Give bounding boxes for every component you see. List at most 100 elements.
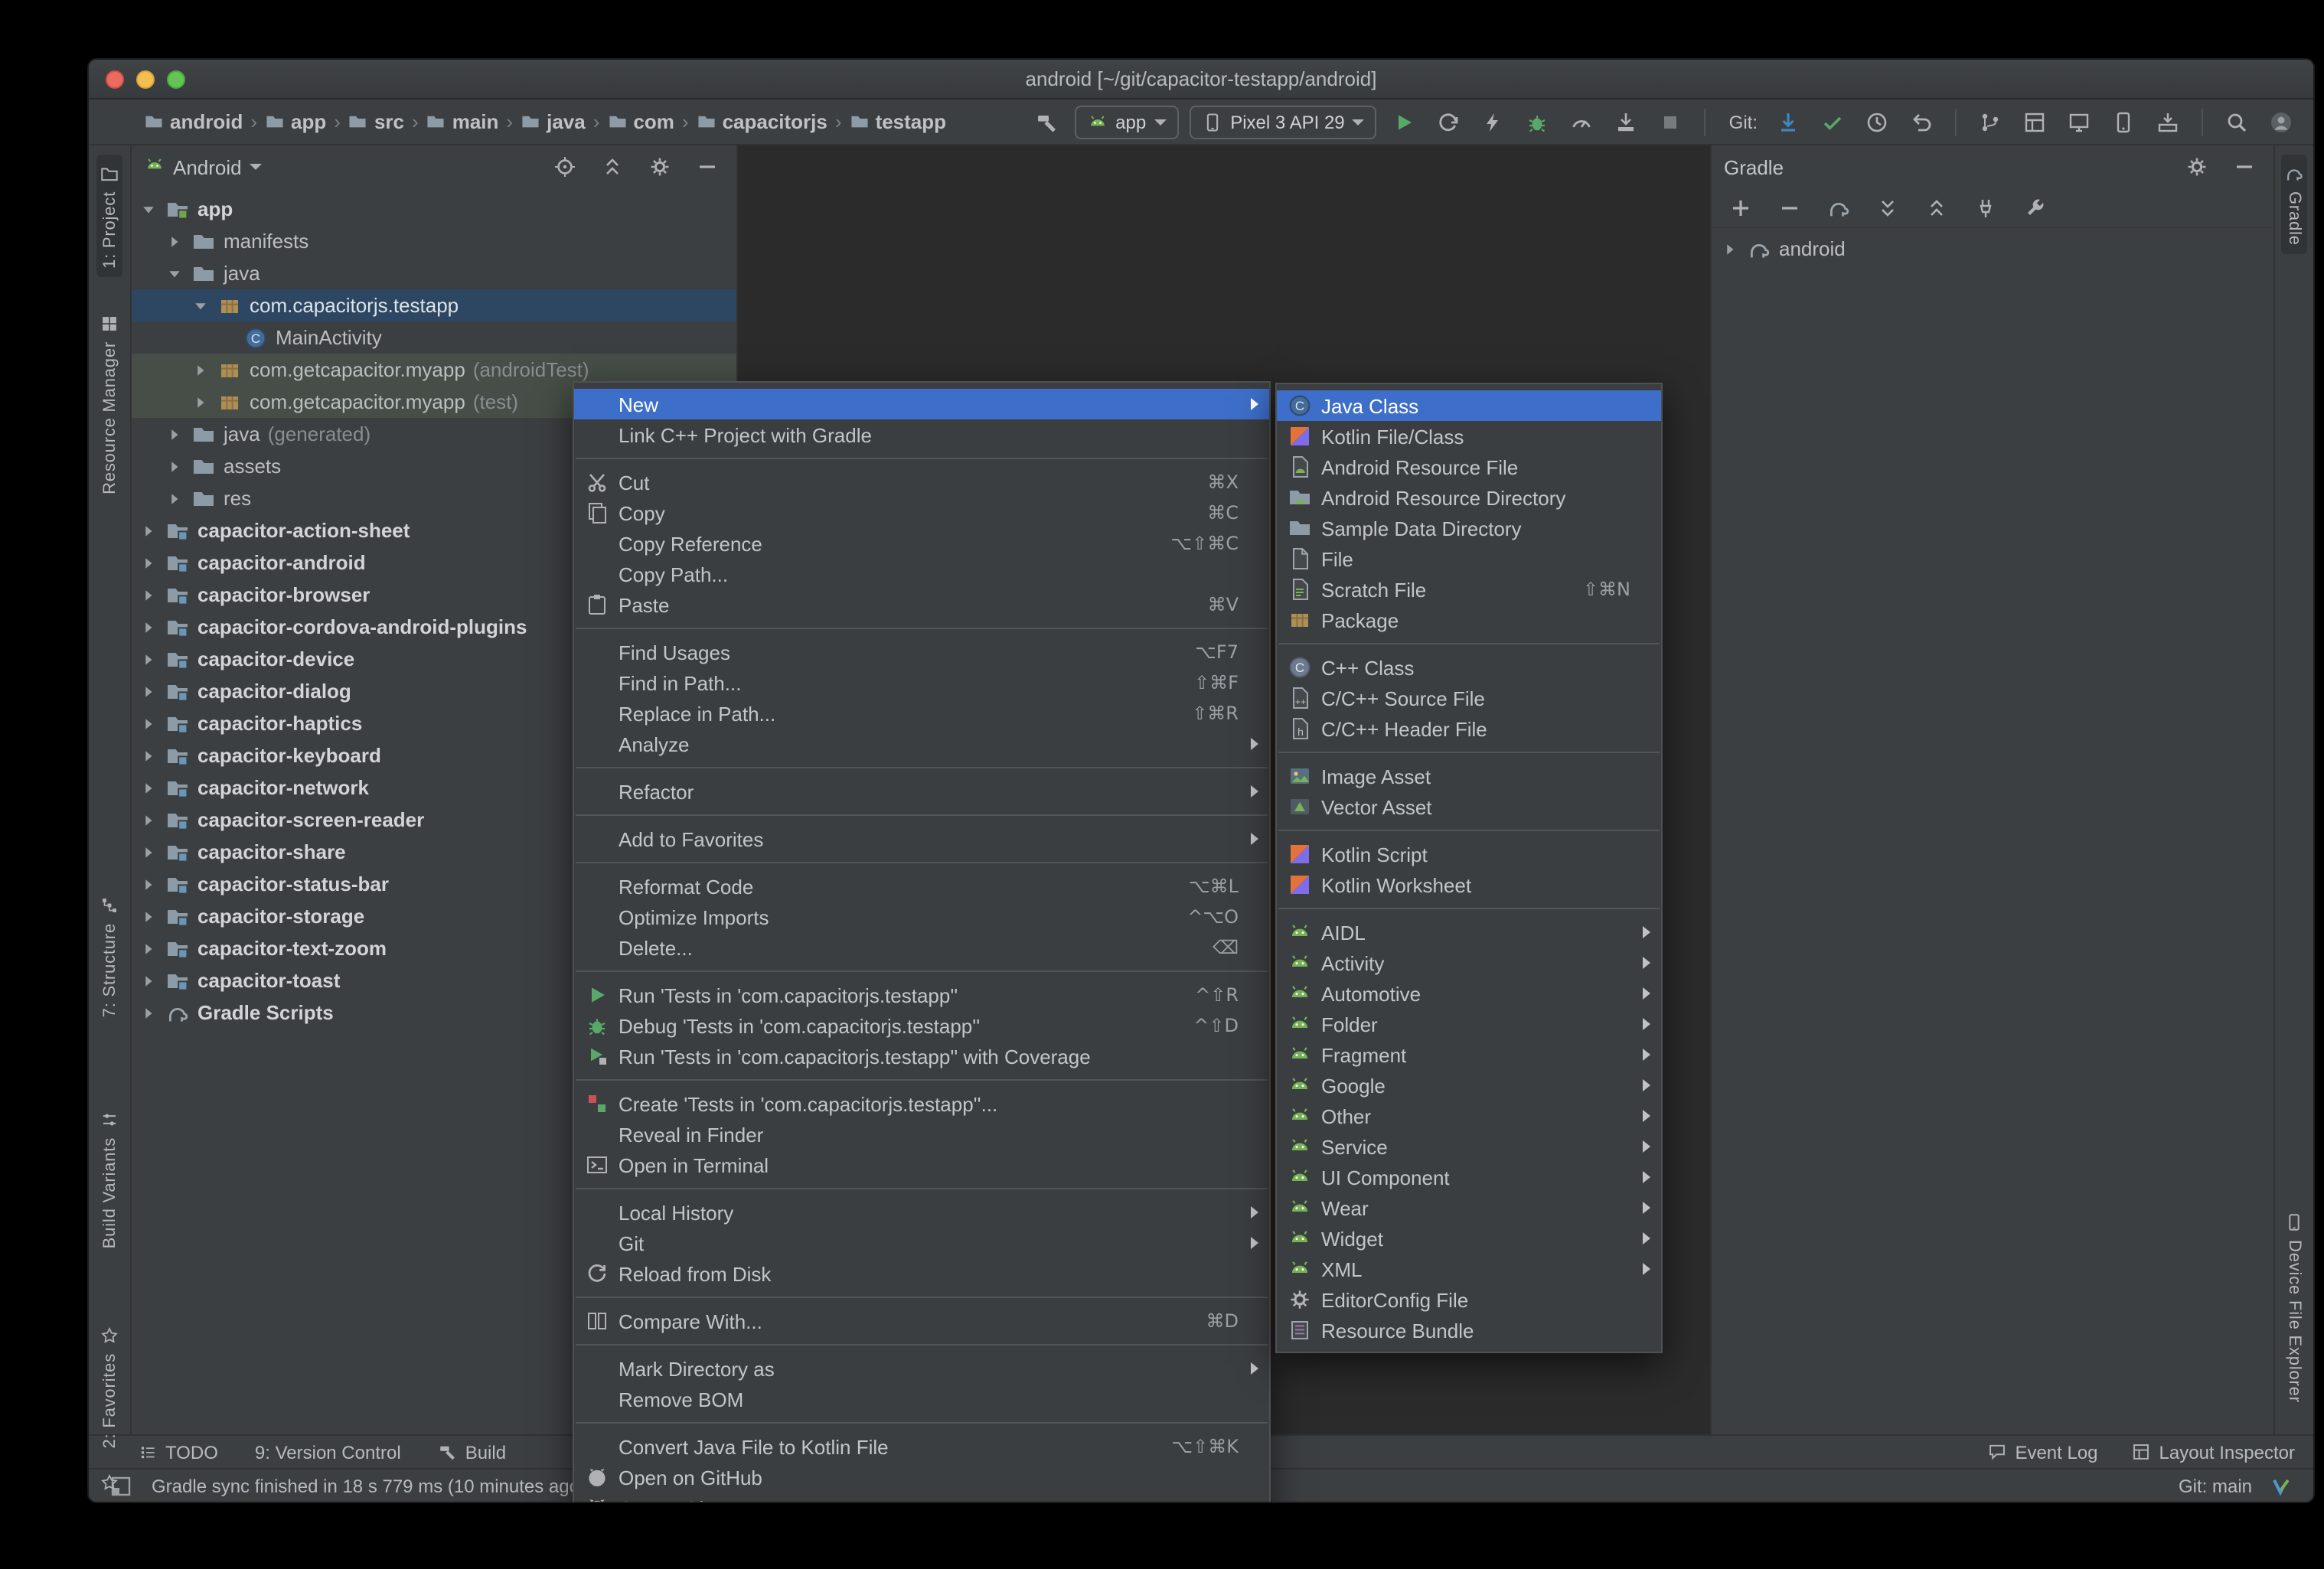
tool-window-tab-1-project[interactable]: 1: Project: [96, 155, 122, 278]
tool-window-tab-device-file-explorer[interactable]: Device File Explorer: [2281, 1204, 2307, 1413]
menu-item-replace-in-path[interactable]: Replace in Path... ⇧⌘R: [574, 698, 1269, 729]
new-menu-item-activity[interactable]: Activity: [1277, 948, 1661, 978]
gear-icon[interactable]: [2180, 150, 2214, 184]
new-menu-item-sample-data-directory[interactable]: Sample Data Directory: [1277, 513, 1661, 543]
menu-item-copy[interactable]: Copy ⌘C: [574, 497, 1269, 528]
menu-item-local-history[interactable]: Local History: [574, 1197, 1269, 1228]
update-project-icon[interactable]: [1771, 105, 1805, 139]
menu-item-link-c-project-with-gradle[interactable]: Link C++ Project with Gradle: [574, 419, 1269, 450]
zoom-window-button[interactable]: [167, 70, 185, 89]
tree-item-mainactivity[interactable]: C MainActivity: [132, 321, 736, 354]
menu-item-reformat-code[interactable]: Reformat Code ⌥⌘L: [574, 871, 1269, 902]
tree-item-manifests[interactable]: manifests: [132, 225, 736, 257]
tool-window-tab-build-variants[interactable]: Build Variants: [96, 1101, 122, 1257]
expand-all-icon[interactable]: [1871, 191, 1905, 224]
gradle-tree-item-android[interactable]: android: [1712, 233, 2273, 265]
new-menu-item-android-resource-file[interactable]: Android Resource File: [1277, 452, 1661, 482]
menu-item-reload-from-disk[interactable]: Reload from Disk: [574, 1258, 1269, 1289]
avatar-icon[interactable]: [2264, 105, 2298, 139]
collapse-all-icon[interactable]: [596, 150, 629, 184]
menu-item-find-usages[interactable]: Find Usages ⌥F7: [574, 637, 1269, 667]
rerun-icon[interactable]: [1432, 105, 1466, 139]
new-menu-item-google[interactable]: Google: [1277, 1070, 1661, 1101]
project-view-selector[interactable]: Android: [173, 155, 242, 178]
commit-icon[interactable]: [1816, 105, 1849, 139]
new-menu-item-folder[interactable]: Folder: [1277, 1009, 1661, 1039]
menu-item-delete[interactable]: Delete... ⌫: [574, 932, 1269, 963]
git-branch-widget[interactable]: Git: main: [2179, 1475, 2252, 1496]
new-menu-item-file[interactable]: File: [1277, 543, 1661, 574]
breadcrumb-com[interactable]: com: [607, 110, 674, 133]
minus-icon[interactable]: [1773, 191, 1807, 224]
run-config-selector[interactable]: app: [1074, 105, 1179, 139]
bottom-tab-9-version-control[interactable]: 9: Version Control: [255, 1441, 401, 1463]
new-menu-item-package[interactable]: Package: [1277, 605, 1661, 635]
bottom-tab-build[interactable]: Build: [438, 1441, 506, 1463]
update-indicator-icon[interactable]: [2264, 1469, 2298, 1502]
minimize-window-button[interactable]: [136, 70, 155, 89]
menu-item-run-tests-in-com-capacitorjs-testapp-with-covera[interactable]: Run 'Tests in 'com.capacitorjs.testapp''…: [574, 1041, 1269, 1072]
menu-item-remove-bom[interactable]: Remove BOM: [574, 1384, 1269, 1414]
breadcrumb-src[interactable]: src: [348, 110, 404, 133]
tree-item-java[interactable]: java: [132, 257, 736, 289]
run-icon[interactable]: [1388, 105, 1421, 139]
breadcrumb-android[interactable]: android: [144, 110, 243, 133]
new-menu-item-xml[interactable]: XML: [1277, 1254, 1661, 1284]
sdk-manager-icon[interactable]: [2151, 105, 2185, 139]
history-icon[interactable]: [1860, 105, 1894, 139]
new-menu-item-vector-asset[interactable]: Vector Asset: [1277, 791, 1661, 822]
plus-icon[interactable]: [1724, 191, 1758, 224]
stop-icon[interactable]: [1654, 105, 1688, 139]
new-menu-item-java-class[interactable]: C Java Class: [1277, 390, 1661, 421]
tree-item-app[interactable]: app: [132, 193, 736, 225]
breadcrumb-main[interactable]: main: [426, 110, 498, 133]
locate-target-icon[interactable]: [548, 150, 582, 184]
menu-item-reveal-in-finder[interactable]: Reveal in Finder: [574, 1119, 1269, 1150]
menu-item-copy-reference[interactable]: Copy Reference ⌥⇧⌘C: [574, 528, 1269, 559]
toggle-offline-icon[interactable]: [1969, 191, 2002, 224]
attach-debugger-icon[interactable]: [1610, 105, 1643, 139]
breadcrumb-capacitorjs[interactable]: capacitorjs: [697, 110, 827, 133]
menu-item-add-to-favorites[interactable]: Add to Favorites: [574, 824, 1269, 854]
new-menu-item-kotlin-script[interactable]: Kotlin Script: [1277, 839, 1661, 869]
tool-window-tab-gradle[interactable]: Gradle: [2281, 155, 2307, 255]
new-menu-item-editorconfig-file[interactable]: EditorConfig File: [1277, 1284, 1661, 1315]
bottom-tab-event-log[interactable]: Event Log: [1987, 1441, 2098, 1463]
tool-window-tab-resource-manager[interactable]: Resource Manager: [96, 305, 122, 504]
new-menu-item-c-c-header-file[interactable]: h C/C++ Header File: [1277, 713, 1661, 744]
menu-item-convert-java-file-to-kotlin-file[interactable]: Convert Java File to Kotlin File ⌥⇧⌘K: [574, 1431, 1269, 1462]
new-menu-item-wear[interactable]: Wear: [1277, 1192, 1661, 1223]
menu-item-cut[interactable]: Cut ⌘X: [574, 467, 1269, 497]
breadcrumb-app[interactable]: app: [265, 110, 326, 133]
new-menu-item-automotive[interactable]: Automotive: [1277, 978, 1661, 1009]
new-menu-item-widget[interactable]: Widget: [1277, 1223, 1661, 1254]
gradle-sync-icon[interactable]: [1822, 191, 1856, 224]
new-menu-item-kotlin-file-class[interactable]: Kotlin File/Class: [1277, 421, 1661, 452]
menu-item-copy-path[interactable]: Copy Path...: [574, 559, 1269, 589]
new-menu-item-fragment[interactable]: Fragment: [1277, 1039, 1661, 1070]
breadcrumb-testapp[interactable]: testapp: [850, 110, 946, 133]
menu-item-create-tests-in-com-capacitorjs-testapp[interactable]: Create 'Tests in 'com.capacitorjs.testap…: [574, 1088, 1269, 1119]
layout-inspector-icon[interactable]: [2018, 105, 2051, 139]
bottom-tab-todo[interactable]: TODO: [138, 1441, 218, 1463]
device-selector[interactable]: Pixel 3 API 29: [1189, 105, 1377, 139]
menu-item-new[interactable]: New: [574, 389, 1269, 419]
close-window-button[interactable]: [106, 70, 124, 89]
breadcrumb-java[interactable]: java: [521, 110, 586, 133]
menu-item-open-on-github[interactable]: Open on GitHub: [574, 1462, 1269, 1492]
menu-item-debug-tests-in-com-capacitorjs-testapp[interactable]: Debug 'Tests in 'com.capacitorjs.testapp…: [574, 1010, 1269, 1041]
menu-item-mark-directory-as[interactable]: Mark Directory as: [574, 1353, 1269, 1384]
rollback-icon[interactable]: [1905, 105, 1938, 139]
menu-item-run-tests-in-com-capacitorjs-testapp[interactable]: Run 'Tests in 'com.capacitorjs.testapp''…: [574, 980, 1269, 1010]
apply-changes-icon[interactable]: [1477, 105, 1510, 139]
tool-window-tab-2-favorites[interactable]: 2: Favorites: [96, 1316, 122, 1458]
device-manager-icon[interactable]: [2062, 105, 2096, 139]
search-everywhere-icon[interactable]: [2220, 105, 2254, 139]
gear-icon[interactable]: [643, 150, 677, 184]
hide-panel-icon[interactable]: [690, 150, 724, 184]
collapse-all-icon[interactable]: [1920, 191, 1954, 224]
tool-window-tab-7-structure[interactable]: 7: Structure: [96, 887, 122, 1027]
new-menu-item-aidl[interactable]: AIDL: [1277, 917, 1661, 948]
menu-item-git[interactable]: Git: [574, 1228, 1269, 1258]
new-menu-item-kotlin-worksheet[interactable]: Kotlin Worksheet: [1277, 869, 1661, 900]
